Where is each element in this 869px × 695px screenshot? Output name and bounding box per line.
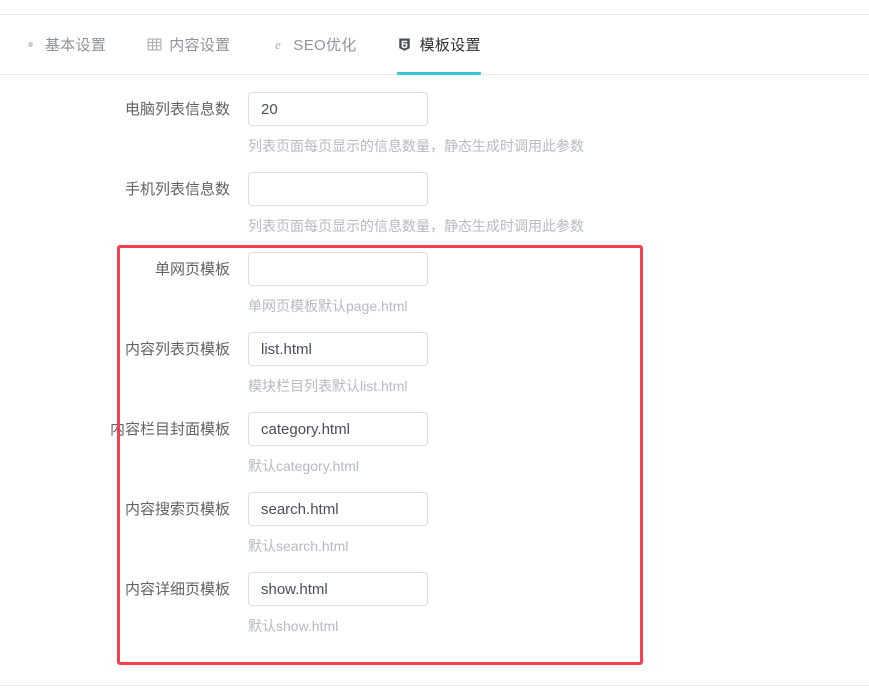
tab-label: 模板设置	[419, 37, 481, 54]
form-row-detail-page-template: 内容详细页模板 默认show.html	[0, 555, 869, 635]
tab-label: SEO优化	[293, 37, 357, 54]
settings-tab-bar: 基本设置 内容设置 e SEO优化 模板设置	[0, 15, 869, 75]
form-row-category-cover-template: 内容栏目封面模板 默认category.html	[0, 395, 869, 475]
field-help-text: 默认search.html	[248, 538, 349, 554]
field-help-text: 默认show.html	[248, 618, 339, 634]
field-label: 内容列表页模板	[124, 341, 230, 358]
svg-text:e: e	[275, 38, 281, 52]
template-settings-page: 基本设置 内容设置 e SEO优化 模板设置 电脑列表信息数 20 列表页面每页…	[0, 0, 869, 695]
field-label: 单网页模板	[154, 261, 230, 278]
field-help-text: 列表页面每页显示的信息数量，静态生成时调用此参数	[248, 218, 584, 234]
field-help-text: 单网页模板默认page.html	[248, 298, 408, 314]
category-cover-template-input[interactable]	[248, 412, 428, 446]
tab-seo-optimization[interactable]: e SEO优化	[270, 15, 356, 74]
field-help-text: 默认category.html	[248, 458, 359, 474]
form-row-search-page-template: 内容搜索页模板 默认search.html	[0, 475, 869, 555]
detail-page-template-input[interactable]	[248, 572, 428, 606]
field-label: 电脑列表信息数	[124, 101, 230, 118]
field-label: 内容详细页模板	[124, 581, 230, 598]
grid-icon	[146, 37, 162, 53]
tab-label: 内容设置	[169, 37, 231, 54]
tab-basic-settings[interactable]: 基本设置	[22, 15, 106, 74]
form-row-single-page-template: 单网页模板 单网页模板默认page.html	[0, 235, 869, 315]
template-settings-form: 电脑列表信息数 列表页面每页显示的信息数量，静态生成时调用此参数 手机列表信息数…	[0, 75, 869, 635]
field-help-text: 模块栏目列表默认list.html	[248, 378, 408, 394]
single-page-template-input[interactable]	[248, 252, 428, 286]
form-row-list-page-template: 内容列表页模板 模块栏目列表默认list.html	[0, 315, 869, 395]
mobile-list-count-input[interactable]	[248, 172, 428, 206]
tab-label: 基本设置	[45, 37, 107, 54]
form-row-pc-list-count: 电脑列表信息数 列表页面每页显示的信息数量，静态生成时调用此参数	[0, 75, 869, 155]
ie-browser-icon: e	[270, 37, 286, 53]
field-label: 内容搜索页模板	[124, 501, 230, 518]
gear-icon	[22, 37, 38, 53]
field-help-text: 列表页面每页显示的信息数量，静态生成时调用此参数	[248, 138, 584, 154]
bottom-divider	[0, 685, 869, 686]
field-label: 内容栏目封面模板	[109, 421, 230, 438]
pc-list-count-input[interactable]	[248, 92, 428, 126]
tab-content-settings[interactable]: 内容设置	[146, 15, 230, 74]
form-row-mobile-list-count: 手机列表信息数 列表页面每页显示的信息数量，静态生成时调用此参数	[0, 155, 869, 235]
tab-template-settings[interactable]: 模板设置	[396, 15, 481, 75]
html5-shield-icon	[397, 37, 413, 53]
field-label: 手机列表信息数	[124, 181, 230, 198]
list-page-template-input[interactable]	[248, 332, 428, 366]
search-page-template-input[interactable]	[248, 492, 428, 526]
